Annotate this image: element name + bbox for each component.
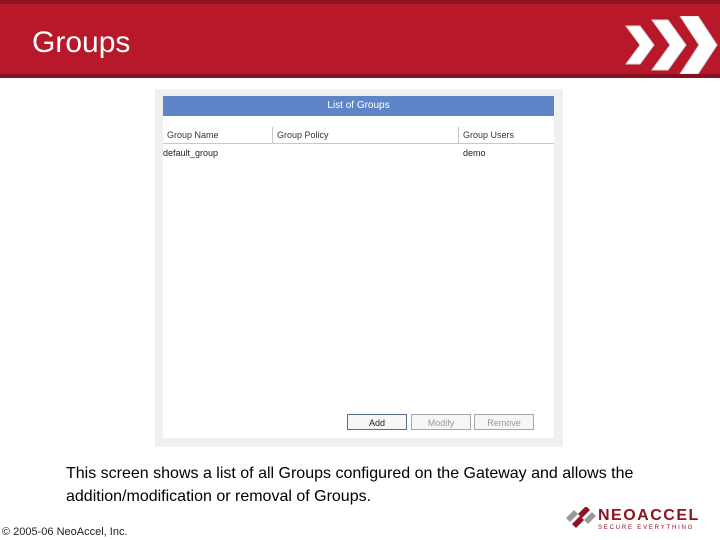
title-bar: Groups xyxy=(0,0,720,78)
copyright-text: © 2005-06 NeoAccel, Inc. xyxy=(2,526,128,538)
cell-group-name: default_group xyxy=(163,148,219,158)
column-header-group-users[interactable]: Group Users xyxy=(459,127,554,143)
modify-button[interactable]: Modify xyxy=(411,414,471,430)
logo-name: NEOACCEL xyxy=(598,507,700,524)
add-button[interactable]: Add xyxy=(347,414,407,430)
slide-title: Groups xyxy=(32,26,131,59)
table-row[interactable]: default_group demo xyxy=(163,146,554,160)
remove-button[interactable]: Remove xyxy=(474,414,534,430)
groups-panel: List of Groups Group Name Group Policy G… xyxy=(163,96,554,438)
column-header-row: Group Name Group Policy Group Users xyxy=(163,127,554,144)
neoaccel-logo-icon xyxy=(566,507,596,528)
column-header-group-name[interactable]: Group Name xyxy=(163,127,273,143)
title-bar-top-line xyxy=(0,0,720,4)
logo-tagline: SECURE EVERYTHING xyxy=(598,525,695,531)
slide-description: This screen shows a list of all Groups c… xyxy=(66,465,634,505)
column-header-group-policy[interactable]: Group Policy xyxy=(273,127,459,143)
app-screenshot: List of Groups Group Name Group Policy G… xyxy=(155,89,563,447)
neoaccel-logo: NEOACCEL SECURE EVERYTHING xyxy=(564,505,714,533)
chevrons-icon xyxy=(625,16,718,74)
cell-group-users: demo xyxy=(463,148,486,158)
list-header: List of Groups xyxy=(163,96,554,116)
title-bar-bottom-line xyxy=(0,74,720,78)
